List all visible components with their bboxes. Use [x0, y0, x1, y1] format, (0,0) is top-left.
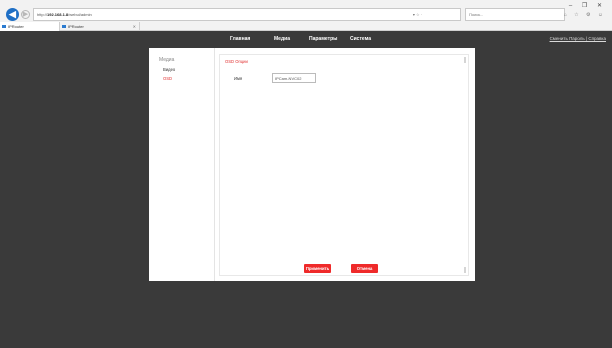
name-input[interactable]: [272, 73, 316, 83]
settings-card: Медиа Видео OSD OSD Опции Имя Применить …: [149, 48, 475, 281]
tab-label: IPRouter: [68, 24, 84, 29]
main-nav: Главная Медиа Параметры Система Сменить …: [0, 31, 612, 48]
refresh-icon[interactable]: ▾ ☆ ·: [413, 9, 422, 20]
forward-arrow-icon[interactable]: ▶: [21, 10, 30, 19]
close-tab-icon[interactable]: ✕: [133, 22, 136, 31]
browser-search-input[interactable]: Поиск...: [465, 8, 565, 21]
sidebar-item-video[interactable]: Видео: [163, 67, 175, 72]
tab-label: IPRouter: [8, 24, 24, 29]
favicon-icon: [62, 25, 66, 28]
section-title: OSD Опции: [225, 59, 248, 64]
scrollbar-bottom[interactable]: [464, 267, 466, 273]
nav-item-system[interactable]: Система: [350, 36, 371, 42]
window-controls[interactable]: – ❐ ✕: [569, 2, 606, 9]
sidebar-item-osd[interactable]: OSD: [163, 76, 172, 81]
osd-panel: OSD Опции Имя: [219, 54, 469, 276]
scrollbar-top[interactable]: [464, 57, 466, 63]
sidebar-title: Медиа: [159, 57, 175, 63]
sidebar: Медиа Видео OSD: [149, 48, 215, 281]
favicon-icon: [2, 25, 6, 28]
browser-toolbar-icons[interactable]: ⌂ ☆ ⚙ ☺: [564, 12, 606, 18]
apply-button[interactable]: Применить: [304, 264, 331, 273]
address-host: 192.168.1.8: [47, 12, 69, 17]
browser-tab-1[interactable]: IPRouter: [0, 22, 60, 31]
name-label: Имя: [234, 76, 243, 81]
nav-item-home[interactable]: Главная: [230, 36, 250, 42]
back-arrow-icon[interactable]: ◀: [6, 8, 19, 21]
browser-tabs: IPRouter IPRouter ✕: [0, 22, 612, 31]
browser-tab-2[interactable]: IPRouter ✕: [60, 22, 140, 31]
address-path: /webui/admin: [68, 12, 92, 17]
cancel-button[interactable]: Отмена: [351, 264, 378, 273]
address-prefix: http://: [37, 12, 48, 17]
address-bar[interactable]: http://192.168.1.8/webui/admin ▾ ☆ ·: [33, 8, 461, 21]
nav-item-media[interactable]: Медиа: [274, 36, 290, 42]
change-password-help-link[interactable]: Сменить Пароль | Справка: [550, 36, 606, 41]
browser-chrome: ◀ ▶ http://192.168.1.8/webui/admin ▾ ☆ ·…: [0, 0, 612, 31]
nav-item-parameters[interactable]: Параметры: [309, 36, 337, 42]
